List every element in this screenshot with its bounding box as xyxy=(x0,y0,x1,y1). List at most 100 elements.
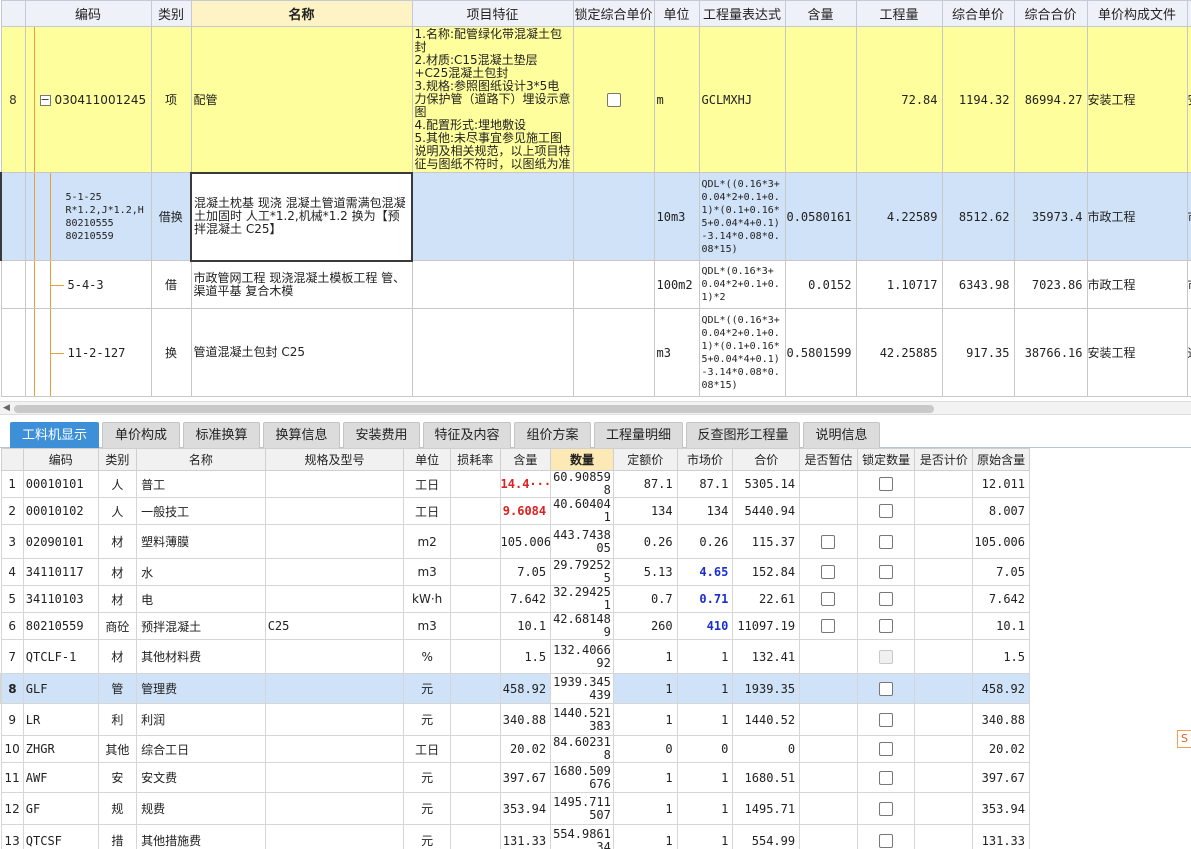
content-cell[interactable]: 458.92 xyxy=(499,673,552,704)
code-cell[interactable]: 34110117 xyxy=(22,558,99,586)
col-header-code[interactable]: 编码 xyxy=(22,448,99,471)
code-cell[interactable]: 02090101 xyxy=(22,524,99,559)
name-cell[interactable]: 水 xyxy=(136,558,266,586)
market-cell[interactable]: 1 xyxy=(676,762,734,793)
content-cell[interactable]: 20.02 xyxy=(499,735,552,763)
quota-cell[interactable]: 87.1 xyxy=(612,470,678,498)
lock-price-checkbox[interactable] xyxy=(606,92,621,107)
cat-cell[interactable]: 商砼 xyxy=(97,612,138,640)
est-cell[interactable] xyxy=(799,524,858,559)
content-cell[interactable]: 10.1 xyxy=(499,612,552,640)
total-cell[interactable]: 152.84 xyxy=(732,558,801,586)
code-cell[interactable]: 00010102 xyxy=(22,497,99,525)
loss-cell[interactable] xyxy=(449,639,501,674)
lock-cell[interactable] xyxy=(856,612,916,640)
qty-cell[interactable]: 1939.345439 xyxy=(550,673,614,704)
priced-cell[interactable] xyxy=(914,735,974,763)
quota-row[interactable]: 11-2-127 换 管道混凝土包封 C25 m3 QDL*((0.16*3+0… xyxy=(0,308,1191,397)
lock-checkbox[interactable] xyxy=(879,477,894,492)
priced-cell[interactable] xyxy=(914,824,974,849)
est-cell[interactable] xyxy=(799,497,858,525)
market-cell[interactable]: 1 xyxy=(676,824,734,849)
qty-cell[interactable]: 42.681489 xyxy=(550,612,614,640)
orig-cell[interactable]: 1.5 xyxy=(972,639,1030,674)
lock-price-cell[interactable] xyxy=(572,26,655,173)
quota-cell[interactable]: 260 xyxy=(612,612,678,640)
content-cell[interactable]: 0.0152 xyxy=(784,260,857,309)
content-cell[interactable]: 0.0580161 xyxy=(784,172,857,261)
content-cell[interactable] xyxy=(784,26,857,173)
spec-cell[interactable] xyxy=(264,585,405,613)
priced-cell[interactable] xyxy=(914,792,974,825)
loss-cell[interactable] xyxy=(449,612,501,640)
file-cell[interactable]: 安装工程 xyxy=(1086,26,1188,173)
quota-cell[interactable]: 1 xyxy=(612,703,678,736)
quota-cell[interactable]: 0 xyxy=(612,735,678,763)
est-cell[interactable] xyxy=(799,639,858,674)
spec-cell[interactable] xyxy=(264,470,405,498)
market-cell[interactable]: 0.26 xyxy=(676,524,734,559)
qty-cell[interactable]: 132.406692 xyxy=(550,639,614,674)
spec-cell[interactable] xyxy=(264,703,405,736)
unit-cell[interactable]: m3 xyxy=(653,308,700,397)
unit-cell[interactable]: 工日 xyxy=(403,735,451,763)
priced-cell[interactable] xyxy=(914,639,974,674)
lock-checkbox[interactable] xyxy=(879,833,894,848)
name-cell[interactable]: 市政管网工程 现浇混凝土模板工程 管、渠道平基 复合木模 xyxy=(190,260,413,309)
quota-cell[interactable]: 1 xyxy=(612,762,678,793)
qty-cell[interactable]: 40.604041 xyxy=(550,497,614,525)
col-header-qty[interactable]: 数量 xyxy=(550,448,614,471)
unit-cell[interactable]: m3 xyxy=(403,612,451,640)
total-cell[interactable]: 1495.71 xyxy=(732,792,801,825)
orig-cell[interactable]: 131.33 xyxy=(972,824,1030,849)
orig-cell[interactable]: 12.011 xyxy=(972,470,1030,498)
lock-cell[interactable] xyxy=(856,470,916,498)
lock-price-cell[interactable] xyxy=(572,172,655,261)
col-header-file[interactable]: 单价构成文件 xyxy=(1086,0,1188,27)
unit-cell[interactable]: 10m3 xyxy=(653,172,700,261)
orig-cell[interactable]: 10.1 xyxy=(972,612,1030,640)
col-header-feature[interactable]: 项目特征 xyxy=(411,0,574,27)
name-cell[interactable]: 管道混凝土包封 C25 xyxy=(190,308,413,397)
unit-cell[interactable]: m xyxy=(653,26,700,173)
total-cell[interactable]: 5440.94 xyxy=(732,497,801,525)
quota-cell[interactable]: 1 xyxy=(612,639,678,674)
code-cell[interactable]: ZHGR xyxy=(22,735,99,763)
quota-cell[interactable]: 1 xyxy=(612,792,678,825)
total-cell[interactable]: 1680.51 xyxy=(732,762,801,793)
name-cell[interactable]: 普工 xyxy=(136,470,266,498)
total-cell[interactable]: 132.41 xyxy=(732,639,801,674)
priced-cell[interactable] xyxy=(914,558,974,586)
qty-cell[interactable]: 4.22589 xyxy=(855,172,943,261)
col-header-lock-price[interactable]: 锁定综合单价 xyxy=(572,0,655,27)
cat-cell[interactable]: 其他 xyxy=(97,735,138,763)
quota-cell[interactable]: 1 xyxy=(612,673,678,704)
file-cell[interactable]: 市政工程 xyxy=(1086,172,1188,261)
est-cell[interactable] xyxy=(799,558,858,586)
lock-cell[interactable] xyxy=(856,524,916,559)
lock-checkbox[interactable] xyxy=(879,770,894,785)
tab-features-content[interactable]: 特征及内容 xyxy=(423,422,511,448)
loss-cell[interactable] xyxy=(449,792,501,825)
market-cell[interactable]: 1 xyxy=(676,673,734,704)
code-cell[interactable]: AWF xyxy=(22,762,99,793)
col-header-qty[interactable]: 工程量 xyxy=(855,0,943,27)
quota-cell[interactable]: 1 xyxy=(612,824,678,849)
qty-cell[interactable]: 29.792525 xyxy=(550,558,614,586)
spec-cell[interactable] xyxy=(264,762,405,793)
qty-cell[interactable]: 60.908598 xyxy=(550,470,614,498)
code-cell[interactable]: 80210559 xyxy=(22,612,99,640)
cat-cell[interactable]: 管 xyxy=(97,673,138,704)
col-header-name[interactable]: 名称 xyxy=(136,448,266,471)
content-cell[interactable]: 0.5801599 xyxy=(784,308,857,397)
material-row[interactable]: 5 34110103 材电 kW·h 7.642 32.294251 0.7 0.71 22.6… xyxy=(0,585,1030,613)
qty-cell[interactable]: 72.84 xyxy=(855,26,943,173)
qty-cell[interactable]: 554.986134 xyxy=(550,824,614,849)
unit-cell[interactable]: 工日 xyxy=(403,497,451,525)
side-app-icon[interactable]: S xyxy=(1177,730,1191,748)
name-cell[interactable]: 管理费 xyxy=(136,673,266,704)
orig-cell[interactable]: 7.05 xyxy=(972,558,1030,586)
est-cell[interactable] xyxy=(799,673,858,704)
content-cell[interactable]: 1.5 xyxy=(499,639,552,674)
market-cell[interactable]: 1 xyxy=(676,639,734,674)
